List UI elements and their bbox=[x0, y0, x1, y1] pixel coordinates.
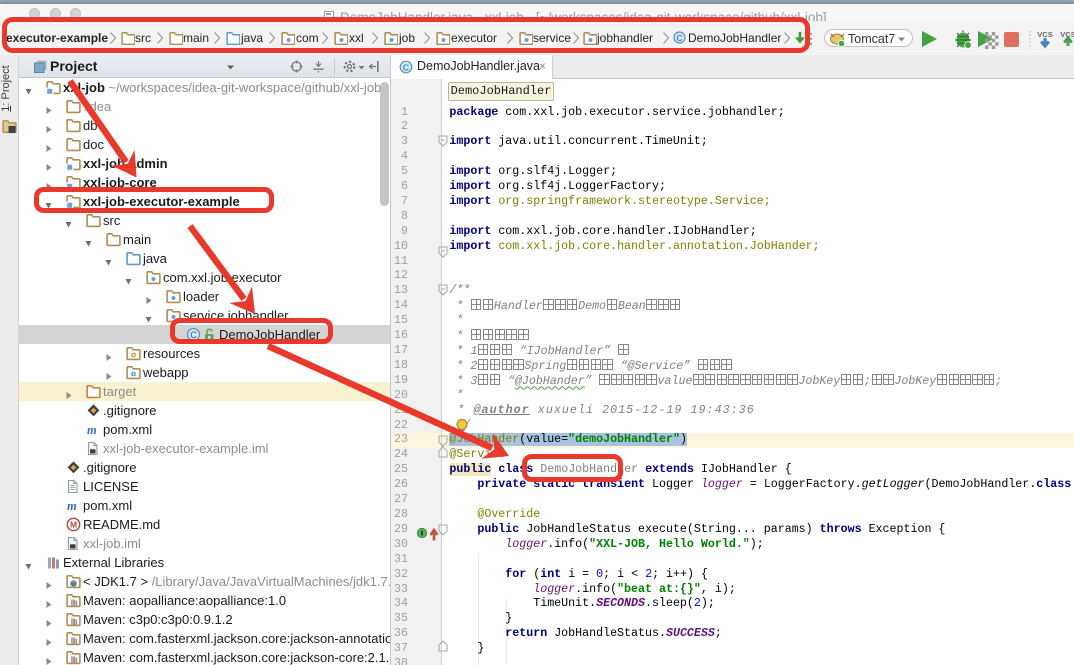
svg-text:C: C bbox=[403, 62, 409, 72]
svg-text:M: M bbox=[70, 520, 77, 530]
svg-text:C: C bbox=[677, 34, 683, 43]
svg-text:m: m bbox=[87, 423, 97, 437]
svg-text:C: C bbox=[190, 330, 197, 340]
svg-text:m: m bbox=[67, 499, 77, 513]
